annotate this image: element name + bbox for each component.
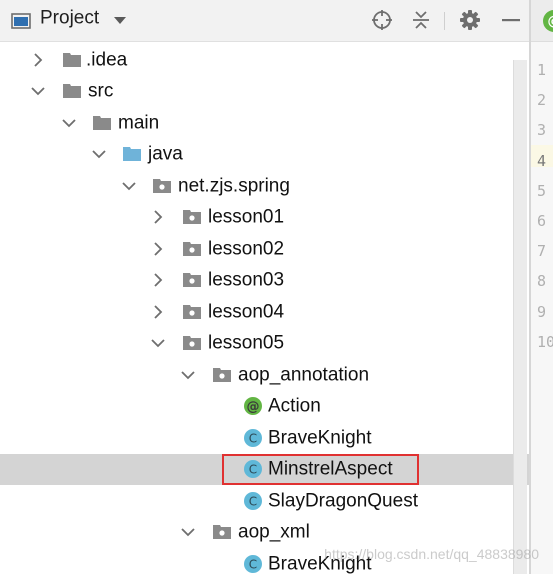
chevron-down-icon[interactable] — [61, 115, 77, 131]
tree-node-java[interactable]: java — [0, 139, 529, 171]
chevron-down-icon[interactable] — [91, 146, 107, 162]
project-toolbar: Project — [0, 0, 529, 42]
svg-text:C: C — [249, 557, 257, 571]
tree-node-label: aop_annotation — [238, 364, 370, 386]
annotation-type-icon: @ — [543, 10, 553, 32]
tree-node-action[interactable]: @ Action — [0, 391, 529, 423]
project-view-icon — [10, 0, 32, 42]
chevron-right-icon[interactable] — [150, 241, 166, 257]
tree-node-label: lesson05 — [208, 332, 285, 354]
chevron-right-icon[interactable] — [150, 304, 166, 320]
tree-node-label: lesson02 — [208, 238, 285, 260]
tree-node-label: java — [148, 143, 183, 165]
chevron-right-icon[interactable] — [150, 272, 166, 288]
package-icon — [182, 239, 202, 259]
package-icon — [182, 333, 202, 353]
crosshair-icon[interactable] — [369, 0, 395, 40]
chevron-down-icon[interactable] — [150, 335, 166, 351]
folder-icon — [92, 113, 112, 133]
line-number: 9 — [537, 302, 547, 321]
class-icon: C — [243, 491, 263, 511]
tree-node-lesson02[interactable]: lesson02 — [0, 233, 529, 265]
class-icon: C — [243, 554, 263, 574]
tree-node-label: lesson03 — [208, 269, 285, 291]
line-number: 6 — [537, 211, 547, 230]
chevron-down-icon[interactable] — [180, 367, 196, 383]
tree-node-aop-annotation[interactable]: aop_annotation — [0, 359, 529, 391]
line-number: 1 — [537, 61, 547, 79]
editor-tab[interactable]: @ — [531, 0, 553, 42]
tree-node-slaydragonquest[interactable]: C SlayDragonQuest — [0, 485, 529, 517]
watermark: https://blog.csdn.net/qq_48838980 — [324, 546, 539, 562]
annotation-type-icon: @ — [243, 396, 263, 416]
project-title[interactable]: Project — [40, 9, 99, 28]
line-number: 8 — [537, 272, 547, 291]
tree-node-lesson01[interactable]: lesson01 — [0, 202, 529, 234]
tree-node-label: src — [88, 80, 114, 102]
tree-node-lesson03[interactable]: lesson03 — [0, 265, 529, 297]
package-icon — [182, 207, 202, 227]
project-tree: .idea src main java net.zjs.spring lesso… — [0, 44, 529, 574]
toolbar-separator — [444, 12, 445, 30]
gear-icon[interactable] — [457, 0, 483, 40]
tree-node-label: aop_xml — [238, 521, 310, 543]
caret-down-icon[interactable] — [110, 0, 130, 40]
tree-node-braveknight[interactable]: C BraveKnight — [0, 422, 529, 454]
editor-gutter: @ 1 2 3 4 5 6 7 8 9 10 — [531, 0, 553, 574]
svg-text:C: C — [249, 494, 257, 508]
line-number: 10 — [537, 332, 553, 351]
tree-node-label: BraveKnight — [268, 427, 372, 449]
line-number: 5 — [537, 181, 547, 200]
tree-node-label: lesson01 — [208, 206, 285, 228]
tree-node-net-zjs-spring[interactable]: net.zjs.spring — [0, 170, 529, 202]
line-number-current: 4 — [537, 151, 547, 170]
chevron-down-icon[interactable] — [180, 524, 196, 540]
tree-node-label: .idea — [86, 49, 128, 71]
chevron-right-icon[interactable] — [30, 52, 46, 68]
line-numbers: 1 2 3 4 5 6 7 8 9 10 — [537, 55, 553, 357]
svg-text:C: C — [249, 431, 257, 445]
highlight-annotation-box — [222, 453, 419, 485]
vertical-scrollbar[interactable] — [513, 60, 527, 574]
chevron-right-icon[interactable] — [150, 209, 166, 225]
tree-node-aop-xml[interactable]: aop_xml — [0, 517, 529, 549]
tree-node-idea[interactable]: .idea — [0, 44, 529, 76]
project-tool-window: Project .idea src main java net.zjs.spri… — [0, 0, 553, 574]
tree-node-label: lesson04 — [208, 301, 285, 323]
chevron-down-icon[interactable] — [30, 83, 46, 99]
tree-node-minstrelaspect[interactable]: C MinstrelAspect — [0, 453, 529, 485]
package-icon — [212, 522, 232, 542]
folder-icon — [62, 50, 82, 70]
svg-text:@: @ — [247, 400, 260, 415]
line-number: 7 — [537, 242, 547, 261]
class-icon: C — [243, 428, 263, 448]
tree-node-lesson04[interactable]: lesson04 — [0, 296, 529, 328]
tree-node-label: net.zjs.spring — [178, 175, 290, 197]
line-number: 2 — [537, 91, 547, 110]
package-icon — [212, 365, 232, 385]
source-folder-icon — [122, 144, 142, 164]
tree-node-main[interactable]: main — [0, 107, 529, 139]
minus-icon[interactable] — [498, 0, 524, 40]
chevron-down-icon[interactable] — [121, 178, 137, 194]
tree-node-label: Action — [268, 395, 321, 417]
tree-node-label: SlayDragonQuest — [268, 490, 418, 512]
package-icon — [152, 176, 172, 196]
folder-icon — [62, 81, 82, 101]
tree-node-label: main — [118, 112, 160, 134]
line-number: 3 — [537, 121, 547, 140]
collapse-all-icon[interactable] — [408, 0, 434, 40]
tree-node-lesson05[interactable]: lesson05 — [0, 328, 529, 360]
tree-node-src[interactable]: src — [0, 76, 529, 108]
package-icon — [182, 270, 202, 290]
package-icon — [182, 302, 202, 322]
